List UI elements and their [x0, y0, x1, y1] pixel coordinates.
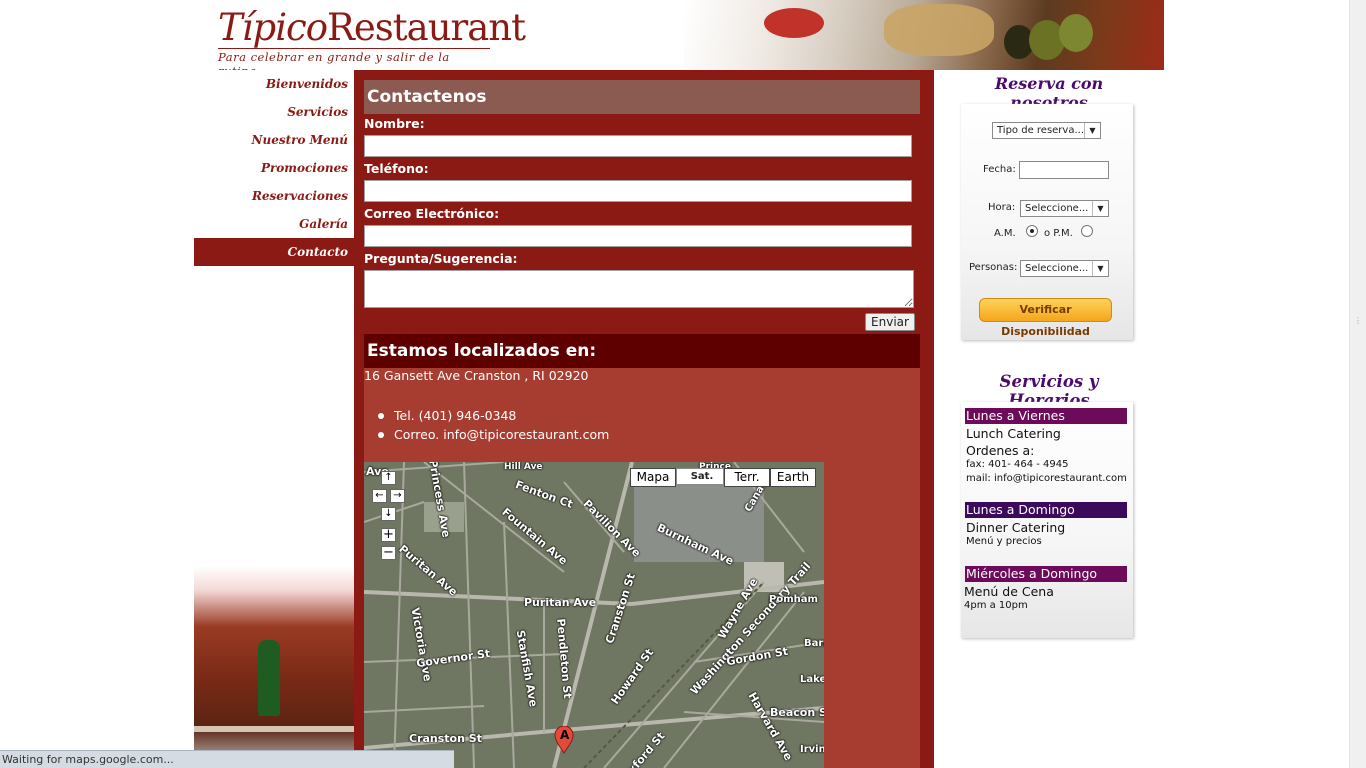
address-text: 16 Gansett Ave Cranston , RI 02920: [364, 368, 589, 383]
am-radio[interactable]: [1026, 225, 1038, 237]
contact-heading: Contactenos: [364, 80, 920, 114]
question-textarea[interactable]: [364, 270, 914, 308]
hours-line: mail: info@tipicorestaurant.com: [966, 473, 1127, 484]
left-nav: Bienvenidos Servicios Nuestro Menú Promo…: [194, 70, 354, 266]
street-label: Pomham: [769, 594, 818, 605]
street-label: Lake: [800, 674, 824, 685]
bottle-image: [258, 640, 280, 716]
banner-olive-green-2: [1059, 14, 1093, 52]
contact-list: Tel. (401) 946-0348 Correo. info@tipicor…: [378, 406, 609, 444]
logo-part-2: Restaurant: [327, 6, 526, 49]
street-label: Barr: [804, 638, 824, 649]
map-marker-label: A: [560, 728, 570, 742]
hours-line: fax: 401- 464 - 4945: [966, 459, 1069, 470]
logo-tagline: Para celebrar en grande y salir de la ru…: [218, 48, 490, 70]
pan-down-icon[interactable]: ↓: [381, 507, 396, 521]
pan-right-icon[interactable]: →: [390, 489, 405, 503]
name-label: Nombre:: [364, 116, 425, 131]
send-button[interactable]: Enviar: [865, 313, 915, 331]
chevron-down-icon: ▼: [1084, 123, 1100, 138]
map-type-sat[interactable]: Sat.: [676, 468, 724, 485]
street-label: Irvin: [800, 744, 824, 755]
name-field[interactable]: [364, 135, 912, 157]
pm-label: o P.M.: [1044, 228, 1073, 239]
pan-left-icon[interactable]: ←: [372, 489, 387, 503]
map-type-mapa[interactable]: Mapa: [630, 468, 676, 487]
pm-radio[interactable]: [1081, 225, 1093, 237]
email-label: Correo Electrónico:: [364, 206, 500, 221]
email-field[interactable]: [364, 225, 912, 247]
nav-item-contacto[interactable]: Contacto: [194, 238, 354, 266]
hours-line: Menú y precios: [966, 536, 1042, 547]
nav-item-galeria[interactable]: Galería: [194, 210, 354, 238]
nav-item-promociones[interactable]: Promociones: [194, 154, 354, 182]
street-label: Puritan Ave: [524, 596, 597, 609]
hours-day-bar: Lunes a Viernes: [965, 408, 1127, 424]
zoom-out-icon[interactable]: −: [381, 546, 396, 560]
nav-item-servicios[interactable]: Servicios: [194, 98, 354, 126]
header: TípicoRestaurant Para celebrar en grande…: [194, 0, 1164, 70]
nav-item-nuestro-menu[interactable]: Nuestro Menú: [194, 126, 354, 154]
bar-photo: [194, 566, 354, 768]
logo-text: TípicoRestaurant: [218, 6, 526, 49]
logo[interactable]: TípicoRestaurant Para celebrar en grande…: [218, 6, 526, 70]
vertical-scrollbar[interactable]: ⋮: [1349, 0, 1366, 768]
hours-day-bar: Miércoles a Domingo: [965, 566, 1127, 582]
logo-part-1: Típico: [218, 6, 328, 49]
people-select[interactable]: Seleccione... ▼: [1020, 260, 1109, 277]
pan-up-icon[interactable]: ↑: [381, 471, 396, 485]
location-heading: Estamos localizados en:: [364, 334, 920, 368]
email-item[interactable]: Correo. info@tipicorestaurant.com: [378, 425, 609, 444]
hours-line: 4pm a 10pm: [964, 600, 1028, 611]
time-select[interactable]: Seleccione... ▼: [1020, 200, 1109, 217]
banner-sandwich: [884, 4, 994, 56]
verify-availability-button[interactable]: Verificar Disponibilidad: [979, 298, 1112, 338]
street-label: Beacon St: [770, 706, 824, 719]
am-label: A.M.: [994, 228, 1016, 239]
header-banner-image: [684, 0, 1164, 70]
phone-item: Tel. (401) 946-0348: [378, 406, 609, 425]
hours-line: Menú de Cena: [964, 584, 1054, 599]
hours-day-bar: Lunes a Domingo: [965, 502, 1127, 518]
scroll-grip-icon: ⋮: [1354, 316, 1362, 325]
banner-strawberry: [764, 8, 824, 38]
phone-field[interactable]: [364, 180, 912, 202]
nav-item-bienvenidos[interactable]: Bienvenidos: [194, 70, 354, 98]
reservation-type-select[interactable]: Tipo de reserva... ▼: [992, 122, 1101, 139]
google-map[interactable]: Ave Hill Ave Prince Fenton Ct Princess A…: [364, 462, 824, 768]
chevron-down-icon: ▼: [1092, 201, 1108, 216]
date-field[interactable]: [1019, 161, 1109, 179]
hours-line: Lunch Catering: [966, 426, 1061, 441]
hours-line: Dinner Catering: [966, 520, 1066, 535]
people-label: Personas:: [969, 262, 1018, 273]
nav-item-reservaciones[interactable]: Reservaciones: [194, 182, 354, 210]
shelf-image: [194, 726, 354, 732]
reservation-type-value: Tipo de reserva...: [997, 125, 1085, 136]
location-panel: 16 Gansett Ave Cranston , RI 02920 Tel. …: [364, 368, 920, 768]
map-type-earth[interactable]: Earth: [770, 468, 816, 487]
time-label: Hora:: [988, 202, 1016, 213]
hours-line: Ordenes a:: [966, 443, 1035, 458]
status-bar: Waiting for maps.google.com...: [0, 750, 454, 768]
page: TípicoRestaurant Para celebrar en grande…: [0, 0, 1366, 768]
date-label: Fecha:: [983, 164, 1016, 175]
map-type-terr[interactable]: Terr.: [724, 468, 770, 487]
question-label: Pregunta/Sugerencia:: [364, 251, 518, 266]
chevron-down-icon: ▼: [1092, 261, 1108, 276]
street-label: Hill Ave: [504, 462, 543, 472]
time-value: Seleccione...: [1025, 203, 1089, 214]
people-value: Seleccione...: [1025, 263, 1089, 274]
main-content: Contactenos Nombre: Teléfono: Correo Ele…: [354, 70, 934, 768]
street-label: Cranston St: [409, 732, 482, 745]
zoom-in-icon[interactable]: +: [381, 528, 396, 542]
phone-label: Teléfono:: [364, 161, 429, 176]
